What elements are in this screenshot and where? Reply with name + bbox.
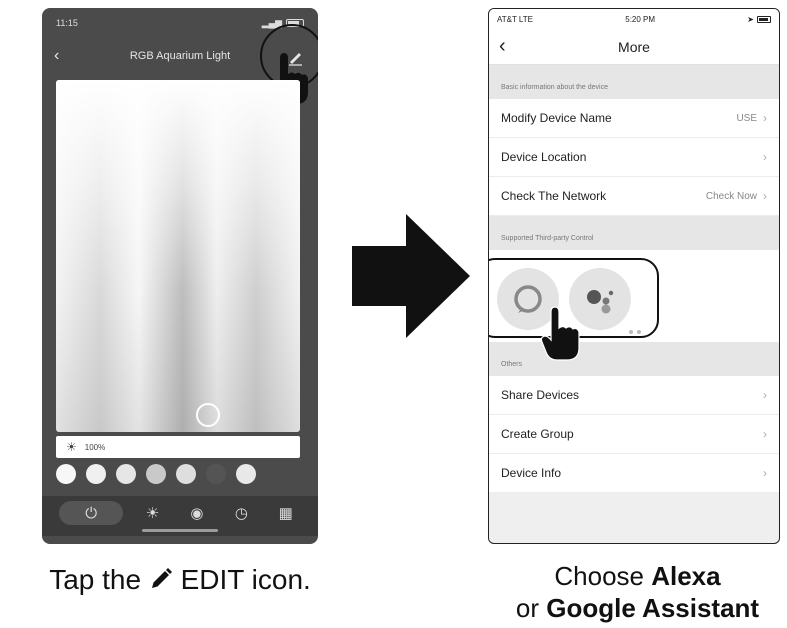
tab-more[interactable]: ▦	[271, 501, 301, 525]
bottom-tab-bar: ⏻ ☀ ◉ ◷ ▦	[42, 496, 318, 536]
color-picker-area[interactable]	[56, 80, 300, 432]
tab-scene[interactable]: ◉	[182, 501, 212, 525]
color-swatch[interactable]	[86, 464, 106, 484]
color-swatch[interactable]	[206, 464, 226, 484]
chevron-right-icon: ›	[763, 388, 767, 402]
caption-right-line1-text: Choose	[554, 561, 652, 591]
page-dots	[629, 330, 641, 334]
row-right: ›	[763, 466, 767, 480]
right-phone-screenshot: AT&T LTE 5:20 PM ➤ ‹ More Basic informat…	[488, 8, 780, 544]
left-phone-screenshot: 11:15 ▂▄▆ ‹ RGB Aquarium Light ☀ 100% ⏻ ☀…	[42, 8, 318, 544]
chevron-right-icon: ›	[763, 111, 767, 125]
row-label: Device Location	[501, 150, 587, 164]
battery-icon	[756, 15, 771, 23]
color-swatch[interactable]	[146, 464, 166, 484]
pencil-icon	[151, 568, 172, 588]
caption-right-line2-text: or	[515, 593, 547, 623]
section-others: Others	[489, 342, 779, 376]
nav-bar: ‹ More	[489, 29, 779, 65]
settings-row[interactable]: Device Info ›	[489, 454, 779, 493]
home-indicator	[142, 529, 218, 532]
settings-row[interactable]: Check The Network Check Now ›	[489, 177, 779, 216]
row-value: Check Now	[705, 190, 757, 202]
section-third-party: Supported Third-party Control	[489, 216, 779, 250]
chevron-right-icon: ›	[763, 150, 767, 164]
settings-row[interactable]: Modify Device Name USE ›	[489, 99, 779, 138]
caption-right-line2: or Google Assistant	[488, 592, 787, 624]
brightness-value: 100%	[84, 442, 106, 452]
status-carrier: AT&T LTE	[497, 14, 534, 24]
color-swatches	[56, 463, 276, 485]
back-icon[interactable]: ‹	[499, 35, 506, 58]
row-label: Device Info	[501, 466, 562, 480]
clock-icon: ◷	[234, 505, 248, 522]
chevron-right-icon: ›	[763, 189, 767, 203]
row-label: Create Group	[501, 427, 574, 441]
sun-icon: ☀	[145, 505, 160, 522]
power-icon: ⏻	[85, 504, 98, 522]
settings-row[interactable]: Device Location ›	[489, 138, 779, 177]
caption-alexa: Alexa	[651, 561, 721, 591]
row-right: Check Now ›	[706, 189, 767, 203]
row-right: ›	[757, 150, 767, 164]
page-title: More	[618, 38, 650, 55]
color-swatch[interactable]	[236, 464, 256, 484]
caption-choose-assistant: Choose Alexa or Google Assistant	[488, 560, 787, 624]
right-arrow-icon	[352, 214, 470, 338]
tab-schedule[interactable]: ◷	[226, 501, 256, 525]
sun-icon: ☀	[66, 440, 77, 454]
row-value: USE	[736, 112, 757, 124]
third-party-control-area	[489, 250, 779, 361]
status-bar: AT&T LTE 5:20 PM ➤	[489, 9, 779, 29]
caption-left-after: EDIT icon.	[172, 564, 311, 595]
chevron-right-icon: ›	[763, 466, 767, 480]
row-label: Check The Network	[501, 189, 607, 203]
tab-power[interactable]: ⏻	[59, 501, 124, 525]
grid-icon: ▦	[278, 505, 293, 522]
pointing-hand-icon	[540, 306, 580, 361]
location-icon: ➤	[747, 14, 754, 24]
color-swatch[interactable]	[176, 464, 196, 484]
caption-left-before: Tap the	[49, 564, 142, 595]
status-time: 11:15	[56, 18, 78, 28]
row-right: ›	[763, 427, 767, 441]
status-icons: ➤	[747, 15, 771, 24]
color-swatch[interactable]	[116, 464, 136, 484]
row-right: USE ›	[736, 111, 767, 125]
caption-google-assistant: Google Assistant	[546, 593, 760, 623]
caption-tap-edit: Tap the EDIT icon.	[0, 564, 360, 596]
caption-right-line1: Choose Alexa	[488, 560, 787, 592]
row-label: Modify Device Name	[501, 111, 612, 125]
status-time: 5:20 PM	[625, 14, 656, 24]
settings-row[interactable]: Share Devices ›	[489, 376, 779, 415]
tab-white[interactable]: ☀	[138, 501, 168, 525]
eye-icon: ◉	[190, 505, 204, 522]
status-bar: 11:15 ▂▄▆	[56, 16, 304, 30]
section-basic-info: Basic information about the device	[489, 65, 779, 99]
row-right: ›	[763, 388, 767, 402]
row-label: Share Devices	[501, 388, 580, 402]
color-picker-handle[interactable]	[196, 403, 220, 427]
color-swatch[interactable]	[56, 464, 76, 484]
settings-row[interactable]: Create Group ›	[489, 415, 779, 454]
brightness-bar[interactable]: ☀ 100%	[56, 436, 300, 458]
chevron-right-icon: ›	[763, 427, 767, 441]
